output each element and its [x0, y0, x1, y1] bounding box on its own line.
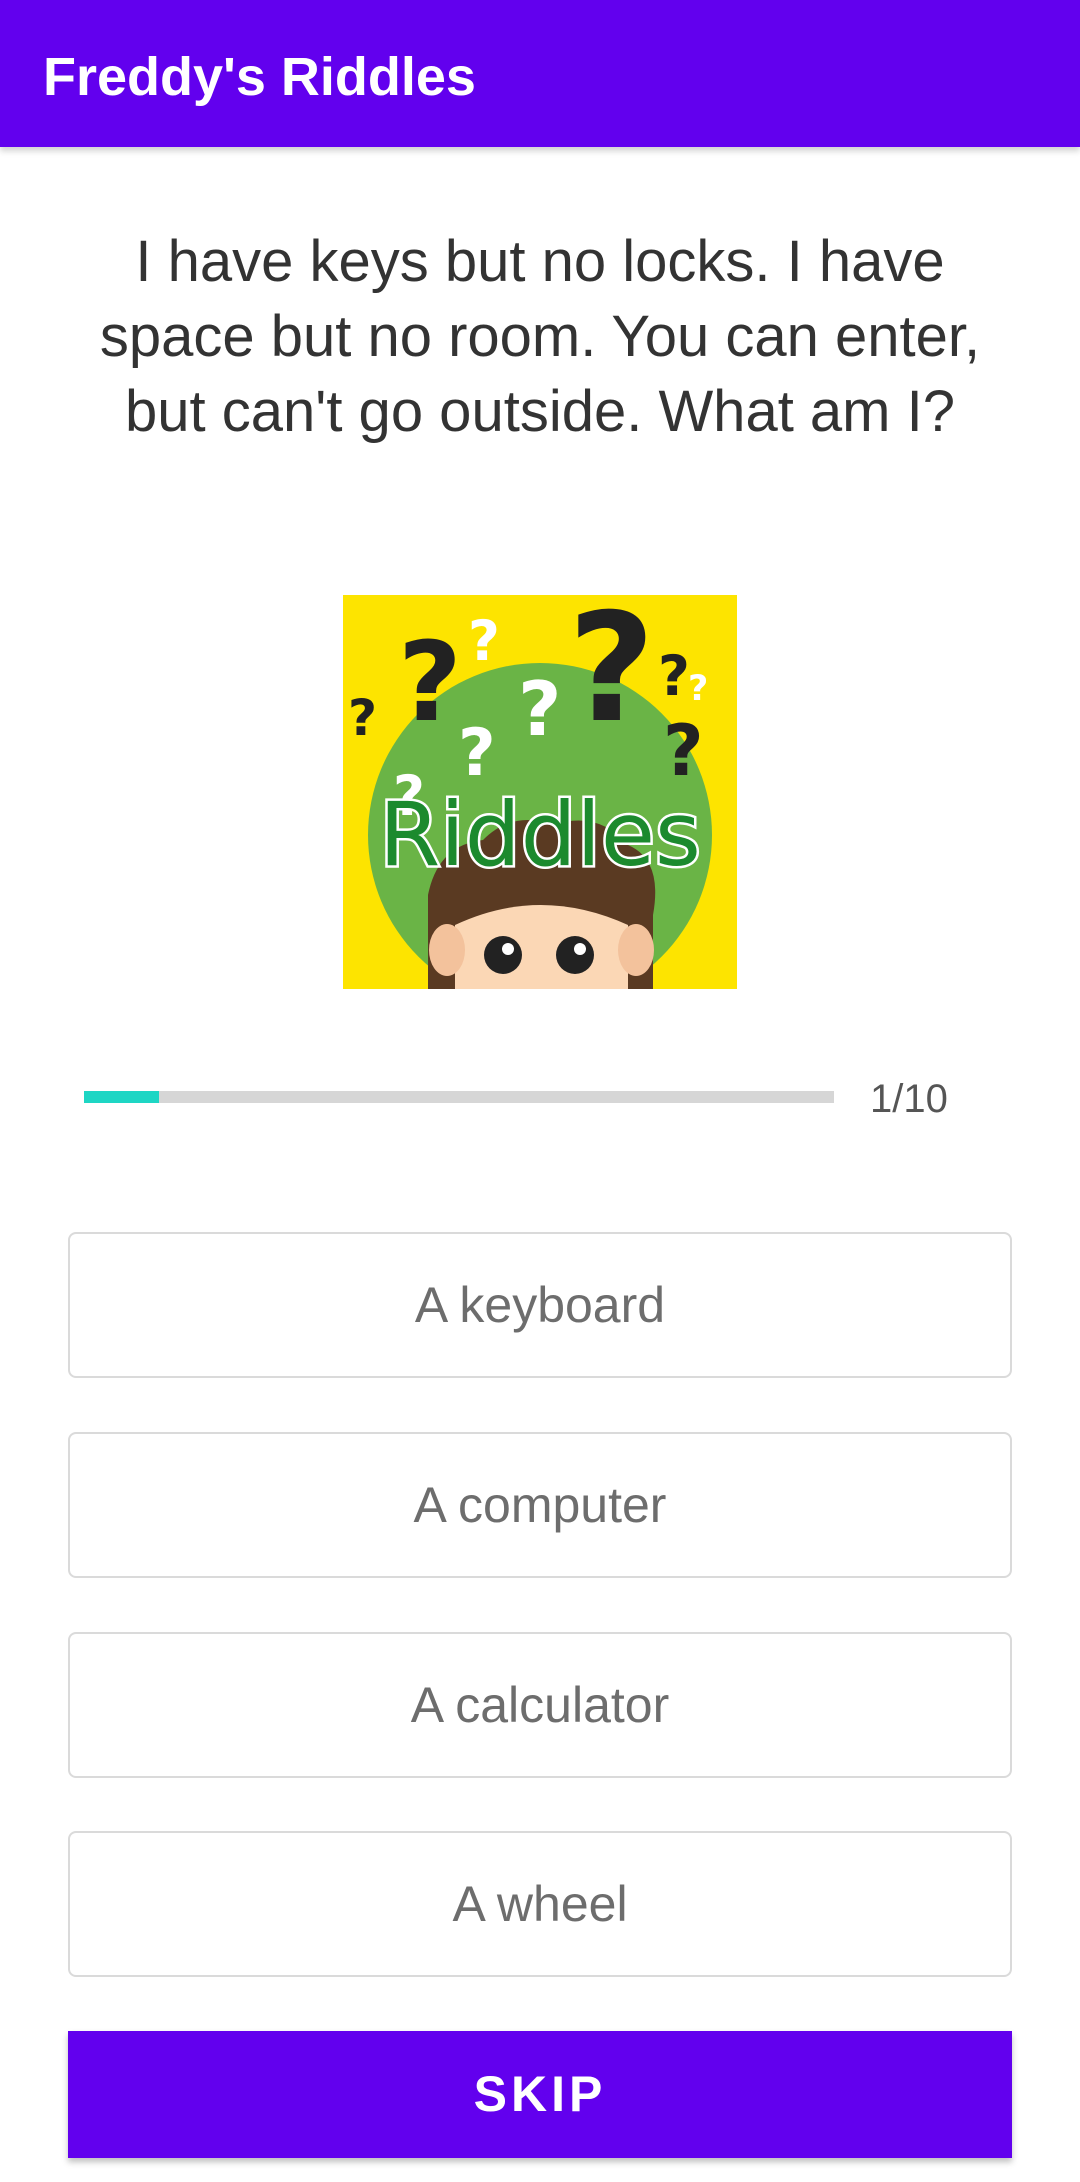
- answer-option-a-keyboard[interactable]: A keyboard: [68, 1232, 1012, 1378]
- riddle-image: ? ? ? ? ? ? ? ? ? ? Riddles: [343, 595, 737, 989]
- progress-bar: [84, 1091, 834, 1103]
- question-mark-icon: ?: [348, 689, 377, 747]
- skip-button[interactable]: SKIP: [68, 2031, 1012, 2158]
- app-title: Freddy's Riddles: [43, 47, 476, 107]
- question-mark-icon: ?: [688, 669, 708, 709]
- progress-counter: 1/10: [870, 1077, 948, 1121]
- app-bar: Freddy's Riddles: [0, 0, 1080, 147]
- question-mark-icon: ?: [658, 644, 690, 708]
- question-mark-icon: ?: [663, 710, 704, 792]
- progress-bar-fill: [84, 1091, 159, 1103]
- question-mark-icon: ?: [468, 609, 500, 673]
- question-mark-icon: ?: [398, 618, 462, 746]
- question-mark-icon: ?: [568, 595, 655, 756]
- answer-option-a-computer[interactable]: A computer: [68, 1432, 1012, 1578]
- answer-option-a-calculator[interactable]: A calculator: [68, 1632, 1012, 1778]
- riddles-logo-text: Riddles: [379, 783, 701, 886]
- question-mark-icon: ?: [458, 716, 496, 791]
- question-mark-icon: ?: [518, 665, 562, 753]
- riddle-question: I have keys but no locks. I have space b…: [99, 229, 981, 444]
- riddles-logo: ? ? ? ? ? ? ? ? ? ? Riddles: [343, 595, 737, 989]
- answer-option-a-wheel[interactable]: A wheel: [68, 1831, 1012, 1977]
